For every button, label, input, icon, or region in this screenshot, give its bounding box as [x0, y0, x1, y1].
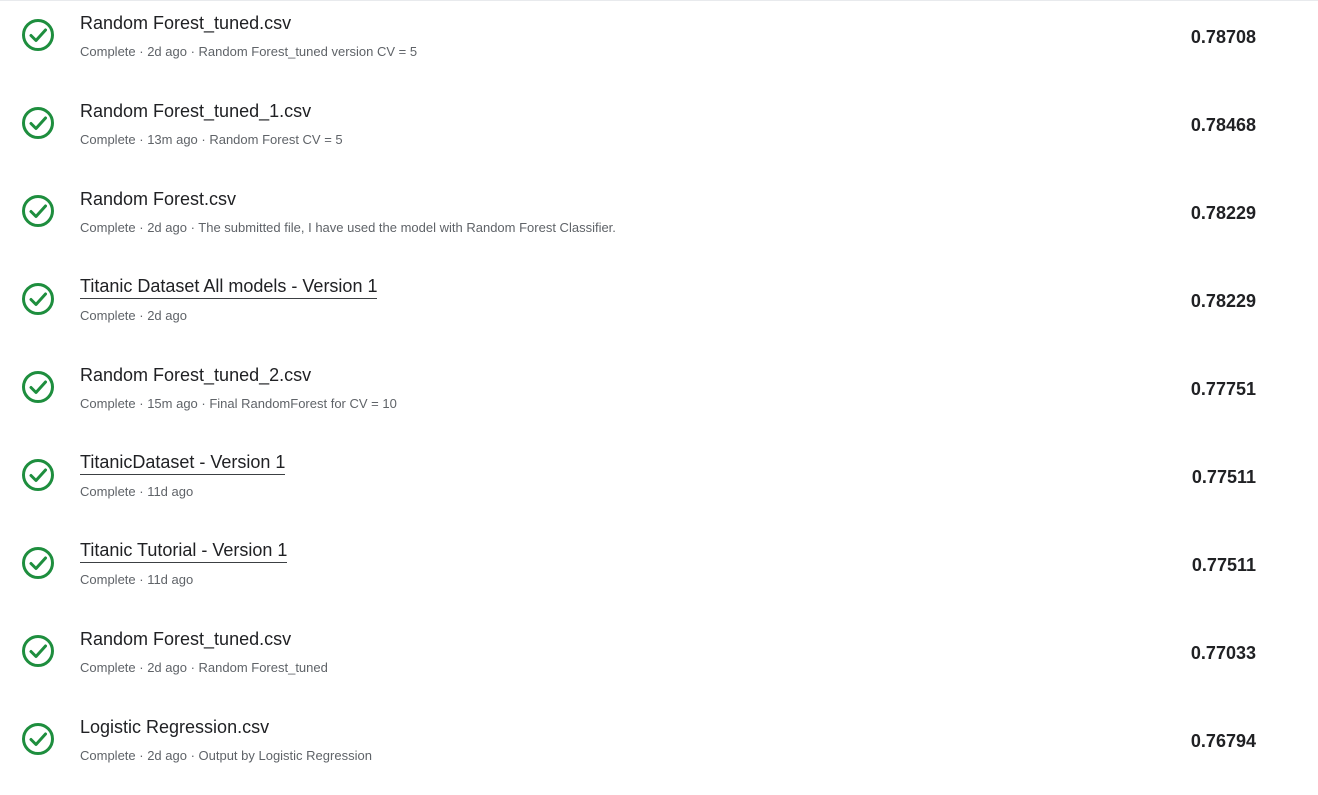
check-circle-icon [20, 17, 56, 53]
submission-list: Random Forest_tuned.csv Complete · 2d ag… [0, 0, 1318, 792]
submission-score: 0.78708 [1190, 27, 1256, 47]
submission-meta: Complete · 2d ago · Output by Logistic R… [80, 748, 372, 763]
submission-title: Logistic Regression.csv [80, 717, 270, 737]
check-circle-icon [20, 721, 56, 757]
submission-score: 0.77511 [1191, 555, 1256, 575]
submission-score: 0.78229 [1190, 203, 1256, 223]
submission-meta: Complete · 2d ago · Random Forest_tuned … [80, 44, 418, 59]
check-circle-icon [20, 457, 56, 493]
submission-title: Random Forest_tuned.csv [80, 13, 292, 33]
submission-row[interactable]: Logistic Regression.csv Complete · 2d ag… [0, 704, 1318, 792]
submission-title: Random Forest_tuned_2.csv [80, 365, 312, 385]
submission-score: 0.78468 [1190, 115, 1256, 135]
submission-row[interactable]: Titanic Tutorial - Version 1 Complete · … [0, 528, 1318, 616]
submission-title: Random Forest_tuned.csv [80, 629, 292, 649]
check-circle-icon [20, 545, 56, 581]
submission-row[interactable]: Random Forest_tuned_1.csv Complete · 13m… [0, 88, 1318, 176]
submission-title-link[interactable]: Titanic Dataset All models - Version 1 [80, 275, 378, 299]
submission-meta: Complete · 2d ago [80, 308, 187, 323]
check-circle-icon [20, 633, 56, 669]
submission-score: 0.76794 [1190, 731, 1256, 751]
submission-meta: Complete · 13m ago · Random Forest CV = … [80, 132, 343, 147]
submission-title: Random Forest.csv [80, 189, 237, 209]
submission-row[interactable]: Random Forest.csv Complete · 2d ago · Th… [0, 176, 1318, 264]
submission-meta: Complete · 2d ago · Random Forest_tuned [80, 660, 328, 675]
check-circle-icon [20, 369, 56, 405]
submission-title-link[interactable]: TitanicDataset - Version 1 [80, 451, 286, 475]
submission-meta: Complete · 15m ago · Final RandomForest … [80, 396, 397, 411]
submission-row[interactable]: TitanicDataset - Version 1 Complete · 11… [0, 440, 1318, 528]
submission-row[interactable]: Random Forest_tuned.csv Complete · 2d ag… [0, 616, 1318, 704]
submission-row[interactable]: Random Forest_tuned.csv Complete · 2d ag… [0, 0, 1318, 88]
submission-score: 0.78229 [1190, 291, 1256, 311]
submission-meta: Complete · 2d ago · The submitted file, … [80, 220, 616, 235]
submission-title-link[interactable]: Titanic Tutorial - Version 1 [80, 539, 288, 563]
submission-score: 0.77033 [1190, 643, 1256, 663]
submission-meta: Complete · 11d ago [80, 484, 194, 499]
check-circle-icon [20, 193, 56, 229]
submission-title: Random Forest_tuned_1.csv [80, 101, 312, 121]
submission-row[interactable]: Random Forest_tuned_2.csv Complete · 15m… [0, 352, 1318, 440]
check-circle-icon [20, 105, 56, 141]
submission-meta: Complete · 11d ago [80, 572, 194, 587]
submission-score: 0.77751 [1190, 379, 1256, 399]
submission-row[interactable]: Titanic Dataset All models - Version 1 C… [0, 264, 1318, 352]
check-circle-icon [20, 281, 56, 317]
submission-score: 0.77511 [1191, 467, 1256, 487]
